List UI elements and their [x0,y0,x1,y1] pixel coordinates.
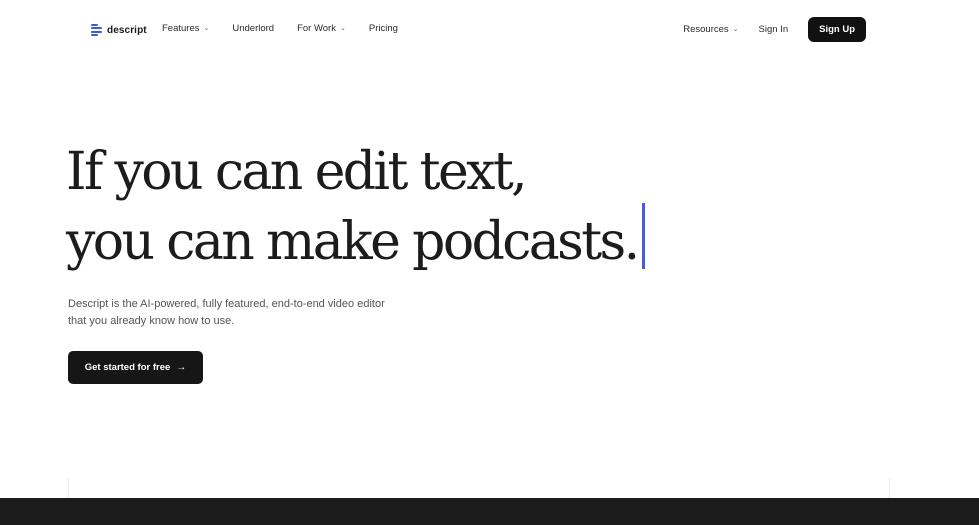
hero-subtitle-line-2: that you already know how to use. [68,315,235,327]
nav-underlord[interactable]: Underlord [232,23,274,34]
top-nav: descript Features ⌄ Underlord For Work ⌄… [0,0,979,60]
descript-logo-icon [91,23,102,37]
hero-title: If you can edit text, you can make podca… [66,142,766,273]
chevron-down-icon: ⌄ [203,24,210,32]
sign-in-label: Sign In [758,24,789,35]
primary-nav: Features ⌄ Underlord For Work ⌄ Pricing [162,23,421,34]
hero-subtitle-line-1: Descript is the AI-powered, fully featur… [68,298,385,310]
brand-logo[interactable]: descript [91,21,147,39]
hero-title-line-1: If you can edit text, [66,142,528,202]
arrow-right-icon: → [176,362,187,373]
nav-features-label: Features [162,23,200,34]
nav-resources-label: Resources [683,24,729,35]
brand-name: descript [107,24,147,36]
hero-subtitle: Descript is the AI-powered, fully featur… [68,296,468,330]
nav-for-work[interactable]: For Work ⌄ [297,23,346,34]
nav-pricing[interactable]: Pricing [369,23,398,34]
nav-features[interactable]: Features ⌄ [162,23,209,34]
text-cursor-caret [641,203,645,269]
sign-up-button[interactable]: Sign Up [808,17,866,42]
hero-title-line-2-wrap: you can make podcasts. [66,203,766,273]
get-started-button[interactable]: Get started for free → [68,351,203,384]
chevron-down-icon: ⌄ [339,24,346,32]
nav-actions: Resources ⌄ Sign In Sign Up [683,17,866,42]
nav-pricing-label: Pricing [368,23,398,34]
nav-for-work-label: For Work [297,23,336,34]
product-preview-band [0,498,979,525]
sign-in-link[interactable]: Sign In [759,24,789,35]
nav-underlord-label: Underlord [232,23,275,34]
nav-resources[interactable]: Resources ⌄ [683,24,738,35]
chevron-down-icon: ⌄ [732,25,739,33]
page: descript Features ⌄ Underlord For Work ⌄… [0,0,979,525]
get-started-label: Get started for free [84,362,171,373]
hero-title-line-2: you can make podcasts. [66,212,640,272]
